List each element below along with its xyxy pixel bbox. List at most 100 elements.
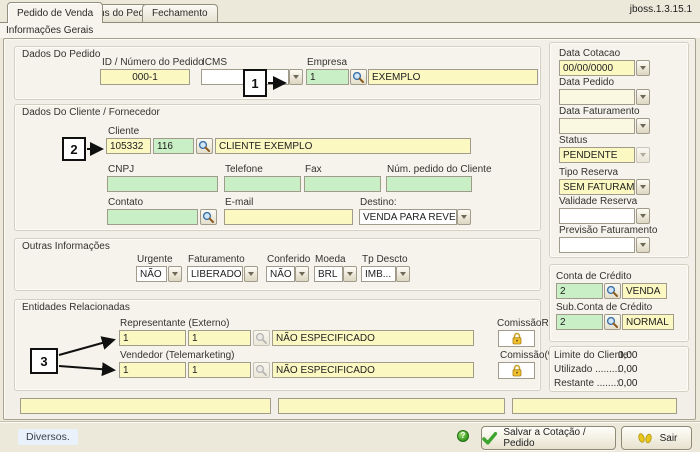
representante-search-button[interactable] — [253, 330, 270, 346]
conferido-dropdown-button[interactable] — [295, 266, 309, 282]
version-label: jboss.1.3.15.1 — [630, 4, 692, 15]
telefone-field[interactable] — [224, 176, 301, 192]
moeda-dropdown-button[interactable] — [343, 266, 357, 282]
faturamento-field[interactable]: LIBERADO — [187, 266, 243, 282]
tab-label: Pedido de Venda — [17, 8, 93, 19]
restante-value: 0,00 — [618, 378, 637, 389]
pedido-id-field[interactable]: 000-1 — [100, 69, 190, 85]
chevron-down-icon — [461, 215, 467, 219]
vendedor-code-field[interactable]: 1 — [119, 362, 186, 378]
data-faturamento-field[interactable] — [559, 118, 635, 134]
data-faturamento-label: Data Faturamento — [559, 106, 640, 117]
representante-store-field[interactable]: 1 — [188, 330, 251, 346]
status-field[interactable]: PENDENTE — [559, 147, 635, 163]
cnpj-label: CNPJ — [108, 164, 134, 175]
group-title: Dados Do Pedido — [22, 49, 100, 60]
section-title: Informações Gerais — [6, 25, 93, 36]
chevron-down-icon — [347, 272, 353, 276]
email-field[interactable] — [224, 209, 353, 225]
urgente-dropdown-button[interactable] — [168, 266, 182, 282]
utilizado-label: Utilizado ........: — [554, 364, 620, 375]
faturamento-dropdown-button[interactable] — [244, 266, 258, 282]
fax-field[interactable] — [304, 176, 381, 192]
footprints-icon — [636, 431, 654, 445]
email-label: E-mail — [225, 197, 253, 208]
conta-credito-search-button[interactable] — [604, 283, 621, 299]
icms-dropdown-button[interactable] — [289, 69, 303, 85]
padlock-icon — [511, 364, 523, 377]
previsao-faturamento-field[interactable] — [559, 237, 635, 253]
tipo-reserva-dropdown-button[interactable] — [636, 179, 650, 195]
check-icon — [482, 432, 497, 445]
tab-fechamento[interactable]: Fechamento — [142, 4, 218, 22]
vendedor-search-button[interactable] — [253, 362, 270, 378]
magnifier-icon — [606, 285, 619, 298]
data-faturamento-dropdown-button[interactable] — [636, 118, 650, 134]
diversos-button[interactable]: Diversos. — [18, 429, 78, 445]
sub-conta-code-field[interactable]: 2 — [556, 314, 603, 330]
data-pedido-field[interactable] — [559, 89, 635, 105]
moeda-label: Moeda — [315, 254, 346, 265]
representante-code-field[interactable]: 1 — [119, 330, 186, 346]
vendedor-name-field[interactable]: NÃO ESPECIFICADO — [272, 362, 474, 378]
contato-search-button[interactable] — [200, 209, 217, 225]
chevron-down-icon — [293, 75, 299, 79]
empresa-name-field[interactable]: EXEMPLO — [368, 69, 538, 85]
cliente-code-field[interactable]: 105332 — [106, 138, 151, 154]
chevron-down-icon — [400, 272, 406, 276]
moeda-field[interactable]: BRL — [314, 266, 343, 282]
exit-button[interactable]: Sair — [621, 426, 692, 450]
conta-credito-label: Conta de Crédito — [556, 271, 632, 282]
cliente-store-field[interactable]: 116 — [153, 138, 194, 154]
padlock-icon — [511, 332, 523, 345]
tab-pedido-de-venda[interactable]: Pedido de Venda — [7, 2, 103, 23]
bottom-field-1[interactable] — [20, 398, 271, 414]
bottom-field-2[interactable] — [278, 398, 505, 414]
previsao-faturamento-dropdown-button[interactable] — [636, 237, 650, 253]
destino-dropdown-button[interactable] — [457, 209, 471, 225]
save-button-label: Salvar a Cotação / Pedido — [503, 427, 615, 449]
cliente-label: Cliente — [108, 126, 139, 137]
tipo-reserva-field[interactable]: SEM FATURAM... — [559, 179, 635, 195]
bottom-field-3[interactable] — [512, 398, 677, 414]
help-button[interactable]: ? — [457, 430, 469, 442]
chevron-down-icon — [640, 153, 646, 157]
representante-name-field[interactable]: NÃO ESPECIFICADO — [272, 330, 474, 346]
destino-field[interactable]: VENDA PARA REVEN... — [359, 209, 457, 225]
pedido-id-label: ID / Número do Pedido — [102, 57, 204, 68]
tp-descto-field[interactable]: IMB... — [361, 266, 396, 282]
empresa-code-field[interactable]: 1 — [306, 69, 349, 85]
save-button[interactable]: Salvar a Cotação / Pedido — [481, 426, 616, 450]
urgente-field[interactable]: NÃO — [136, 266, 167, 282]
comissao-r-lock-button[interactable] — [498, 330, 535, 347]
validade-reserva-field[interactable] — [559, 208, 635, 224]
conta-credito-name-field[interactable]: VENDA — [622, 283, 667, 299]
sub-conta-search-button[interactable] — [604, 314, 621, 330]
vendedor-store-field[interactable]: 1 — [188, 362, 251, 378]
conferido-field[interactable]: NÃO — [266, 266, 295, 282]
data-cotacao-label: Data Cotacao — [559, 48, 620, 59]
conta-credito-code-field[interactable]: 2 — [556, 283, 603, 299]
num-pedido-cliente-field[interactable] — [386, 176, 472, 192]
validade-reserva-dropdown-button[interactable] — [636, 208, 650, 224]
chevron-down-icon — [640, 95, 646, 99]
exit-button-label: Sair — [660, 433, 678, 444]
chevron-down-icon — [640, 185, 646, 189]
empresa-search-button[interactable] — [350, 69, 367, 85]
cnpj-field[interactable] — [107, 176, 218, 192]
chevron-down-icon — [299, 272, 305, 276]
data-cotacao-dropdown-button[interactable] — [636, 60, 650, 76]
comissao-lock-button[interactable] — [498, 362, 535, 379]
cliente-search-button[interactable] — [196, 138, 213, 154]
vendedor-label: Vendedor (Telemarketing) — [120, 350, 235, 361]
destino-label: Destino: — [360, 197, 397, 208]
data-pedido-dropdown-button[interactable] — [636, 89, 650, 105]
sub-conta-name-field[interactable]: NORMAL — [622, 314, 674, 330]
data-cotacao-field[interactable]: 00/00/0000 — [559, 60, 635, 76]
cliente-name-field[interactable]: CLIENTE EXEMPLO — [215, 138, 471, 154]
validade-reserva-label: Validade Reserva — [559, 196, 637, 207]
num-pedido-cliente-label: Núm. pedido do Cliente — [387, 164, 492, 175]
contato-field[interactable] — [107, 209, 198, 225]
representante-label: Representante (Externo) — [120, 318, 230, 329]
tp-descto-dropdown-button[interactable] — [396, 266, 410, 282]
